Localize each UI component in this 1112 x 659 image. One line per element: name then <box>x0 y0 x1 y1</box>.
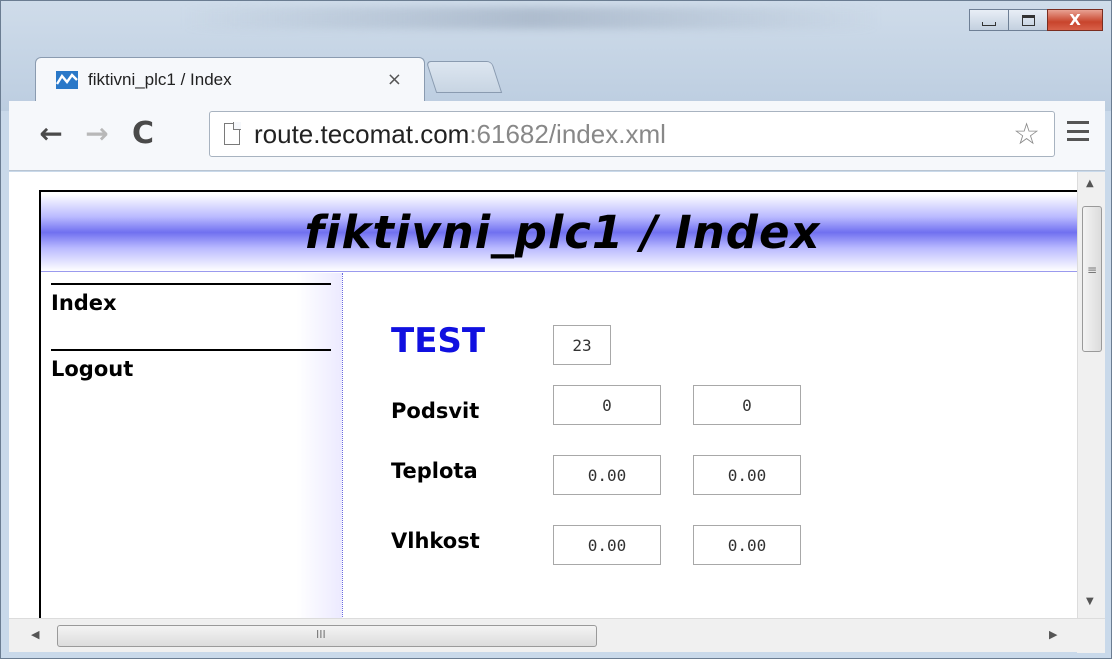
vlhkost-label: Vlhkost <box>391 529 480 553</box>
vertical-scroll-thumb[interactable] <box>1082 206 1102 352</box>
podsvit-label: Podsvit <box>391 399 480 423</box>
scroll-left-icon[interactable]: ◀ <box>31 628 39 641</box>
teplota-label: Teplota <box>391 459 478 483</box>
sidebar: Index Logout <box>41 273 343 618</box>
podsvit-value-1[interactable]: 0 <box>553 385 661 425</box>
vlhkost-value-1[interactable]: 0.00 <box>553 525 661 565</box>
tab-close-icon[interactable]: × <box>387 69 402 90</box>
test-label: TEST <box>391 321 486 361</box>
page-header: fiktivni_plc1 / Index <box>41 194 1084 272</box>
titlebar-background <box>181 7 881 29</box>
maximize-icon <box>1021 14 1035 26</box>
teplota-value-2[interactable]: 0.00 <box>693 455 801 495</box>
vertical-scrollbar[interactable]: ▲ ▼ <box>1077 172 1105 618</box>
horizontal-scroll-thumb[interactable] <box>57 625 597 647</box>
url-host: route.tecomat.com <box>254 118 470 149</box>
window-controls: X <box>969 9 1103 31</box>
browser-window: X fiktivni_plc1 / Index × ← → C route.te… <box>0 0 1112 659</box>
scrollbar-corner <box>1077 619 1105 653</box>
main-content: TEST 23 Podsvit 0 0 Teplota 0.00 0.00 Vl… <box>343 273 1083 618</box>
star-icon[interactable]: ☆ <box>1013 117 1040 152</box>
hamburger-menu-icon[interactable] <box>1067 121 1089 141</box>
forward-arrow-icon[interactable]: → <box>79 115 115 151</box>
page-title: fiktivni_plc1 / Index <box>304 206 821 259</box>
podsvit-value-2[interactable]: 0 <box>693 385 801 425</box>
back-arrow-icon[interactable]: ← <box>33 115 69 151</box>
test-value-field[interactable]: 23 <box>553 325 611 365</box>
teplota-value-1[interactable]: 0.00 <box>553 455 661 495</box>
window-frame: X fiktivni_plc1 / Index × <box>1 1 1111 111</box>
nav-link-logout[interactable]: Logout <box>51 349 331 409</box>
minimize-button[interactable] <box>969 9 1009 31</box>
page-icon <box>224 122 241 145</box>
scroll-up-icon[interactable]: ▲ <box>1086 178 1094 189</box>
vlhkost-value-2[interactable]: 0.00 <box>693 525 801 565</box>
page-viewport: fiktivni_plc1 / Index Index Logout TEST … <box>9 172 1105 618</box>
minimize-icon <box>982 22 996 26</box>
new-tab-button[interactable] <box>425 61 503 93</box>
scroll-down-icon[interactable]: ▼ <box>1086 596 1094 607</box>
close-window-button[interactable]: X <box>1047 9 1103 31</box>
scroll-right-icon[interactable]: ▶ <box>1049 628 1057 641</box>
horizontal-scrollbar[interactable]: ◀ ▶ <box>9 618 1105 653</box>
maximize-button[interactable] <box>1008 9 1048 31</box>
browser-toolbar: ← → C route.tecomat.com:61682/index.xml … <box>9 101 1105 171</box>
web-page: fiktivni_plc1 / Index Index Logout TEST … <box>39 190 1084 618</box>
address-bar[interactable]: route.tecomat.com:61682/index.xml ☆ <box>209 111 1055 157</box>
reload-icon[interactable]: C <box>125 115 161 151</box>
nav-link-index[interactable]: Index <box>51 283 331 343</box>
url-path: :61682/index.xml <box>469 118 666 149</box>
tab-title: fiktivni_plc1 / Index <box>88 69 232 89</box>
browser-tab-active[interactable]: fiktivni_plc1 / Index × <box>35 57 425 101</box>
tecomat-wave-icon <box>56 70 78 89</box>
